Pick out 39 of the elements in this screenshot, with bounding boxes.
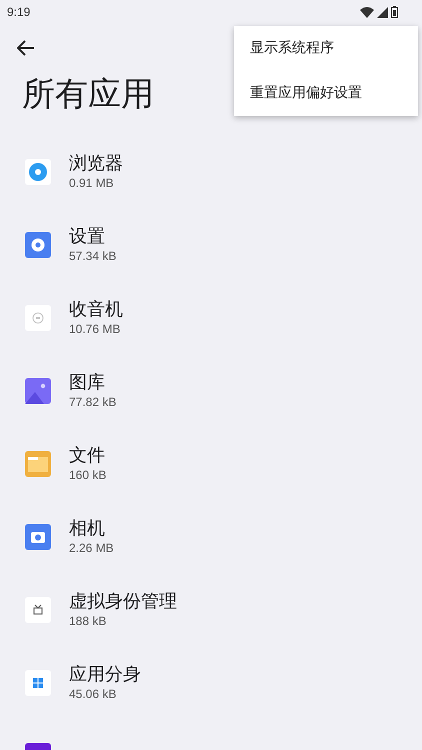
app-size: 57.34 kB xyxy=(69,248,116,264)
menu-item[interactable]: 重置应用偏好设置 xyxy=(234,71,418,116)
app-list-item[interactable]: 设置 57.34 kB xyxy=(0,208,422,281)
app-list-item[interactable]: 浏览器 0.91 MB xyxy=(0,135,422,208)
app-name: 相机 xyxy=(69,518,106,540)
app-list-item[interactable]: 相机 2.26 MB xyxy=(0,500,422,573)
menu-item[interactable]: 显示系统程序 xyxy=(234,26,418,71)
wifi-icon xyxy=(360,6,374,18)
app-list-item[interactable]: 虚拟身份管理 188 kB xyxy=(0,573,422,646)
signal-icon xyxy=(377,6,388,18)
tv-icon xyxy=(25,596,51,622)
app-name: 应用分身 xyxy=(69,664,141,686)
app-name: 图库 xyxy=(69,372,106,394)
app-size: 160 kB xyxy=(69,466,106,482)
app-size: 2.26 MB xyxy=(69,540,114,556)
app-name: 收音机 xyxy=(69,298,123,320)
app-size: 10.76 MB xyxy=(69,320,122,336)
app-list-item[interactable]: 收音机 10.76 MB xyxy=(0,281,422,354)
app-name: 设置 xyxy=(69,226,106,248)
app-name: 文件 xyxy=(69,444,106,466)
app-list-item[interactable]: 文件 160 kB xyxy=(0,427,422,500)
grid-icon xyxy=(25,670,51,696)
browser-app-icon xyxy=(25,158,51,184)
app-size: 45.06 kB xyxy=(69,686,118,702)
app-size: 188 kB xyxy=(69,612,108,628)
status-time: 9:19 xyxy=(7,5,30,19)
app-name: 浏览器 xyxy=(69,152,123,174)
back-arrow-icon[interactable] xyxy=(17,40,35,56)
gear-icon xyxy=(25,232,51,258)
page-title: 所有应用 xyxy=(22,73,154,115)
gallery-app-icon xyxy=(25,378,51,404)
app-name: 虚拟身份管理 xyxy=(69,590,177,612)
app-list-item[interactable]: 图库 77.82 kB xyxy=(0,354,422,427)
battery-icon xyxy=(391,6,398,18)
folder-icon xyxy=(25,450,51,476)
app-list-item[interactable]: 应用分身 45.06 kB xyxy=(0,646,422,719)
app-size: 0.91 MB xyxy=(69,174,115,190)
app-size: 77.82 kB xyxy=(69,394,116,410)
camera-icon xyxy=(25,524,51,550)
